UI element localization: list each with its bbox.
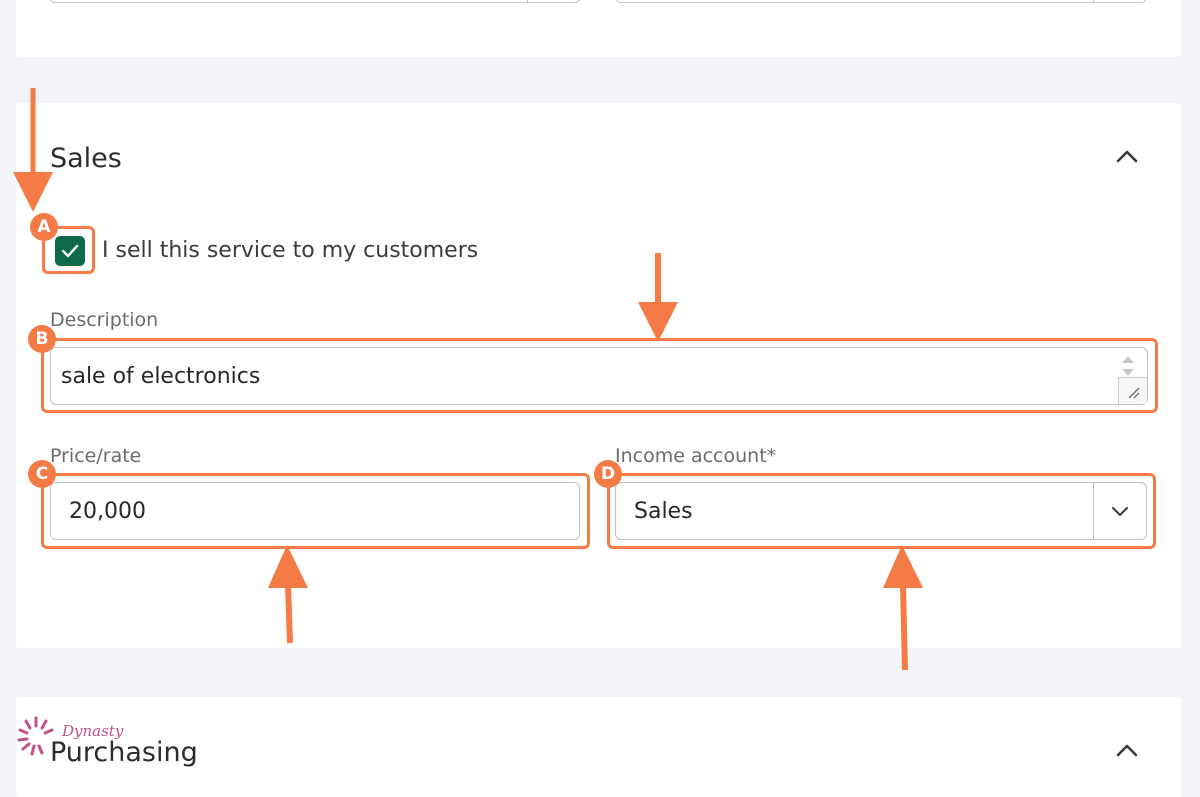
watermark-text: Dynasty (62, 722, 124, 740)
sunburst-logo-icon (17, 716, 54, 756)
dynasty-watermark-logo: Dynasty (14, 714, 124, 764)
annotation-arrows (13, 88, 923, 671)
